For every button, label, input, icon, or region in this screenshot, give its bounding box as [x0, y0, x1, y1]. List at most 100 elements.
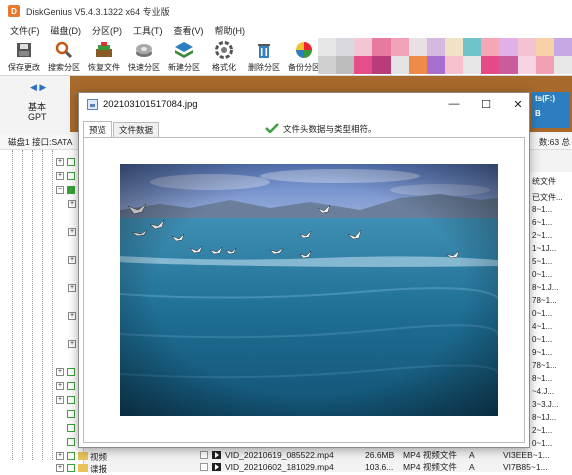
menu-help[interactable]: 帮助(H)	[215, 24, 246, 37]
tree-expand-toggle[interactable]: +	[56, 382, 64, 390]
tree-checkbox[interactable]	[67, 424, 75, 432]
disk-table-label: GPT	[28, 112, 47, 122]
maximize-button[interactable]: ☐	[477, 95, 495, 113]
tree-checkbox[interactable]	[67, 396, 75, 404]
partition-sub-right: B	[535, 109, 541, 118]
tree-guide-line	[12, 150, 13, 460]
tree-expand-toggle[interactable]: +	[68, 200, 76, 208]
backup-partition-icon	[294, 40, 314, 60]
list-item[interactable]: 8~1...	[532, 205, 552, 214]
menu-partition[interactable]: 分区(P)	[92, 24, 122, 37]
disk-nav-arrows-icon[interactable]: ◀ ▶	[30, 82, 46, 93]
diskgenius-window: D DiskGenius V5.4.3.1322 x64 专业版 文件(F) 磁…	[0, 0, 572, 475]
recover-files-button[interactable]: 恢复文件	[84, 38, 124, 74]
tree-guide-line	[22, 150, 23, 460]
dialog-title-bar[interactable]: 20210310151708​4.jpg — ☐ ✕	[79, 93, 529, 115]
tree-checkbox[interactable]	[67, 464, 75, 472]
menu-view[interactable]: 查看(V)	[174, 24, 204, 37]
backup-partition-label: 备份分区	[288, 63, 320, 72]
search-partition-button[interactable]: 搜索分区	[44, 38, 84, 74]
new-partition-icon	[174, 40, 194, 60]
quick-partition-icon	[134, 40, 154, 60]
tree-expand-toggle[interactable]: +	[68, 284, 76, 292]
menu-tools[interactable]: 工具(T)	[133, 24, 163, 37]
tree-expand-toggle[interactable]: +	[56, 452, 64, 460]
tree-checkbox[interactable]	[67, 158, 75, 166]
close-button[interactable]: ✕	[509, 95, 527, 113]
row-checkbox[interactable]	[200, 463, 208, 471]
tree-expand-toggle[interactable]: +	[56, 158, 64, 166]
tree-item-label[interactable]: 视频	[90, 451, 107, 463]
dialog-tabs: 预览 文件数据	[83, 121, 160, 137]
dialog-title: 20210310151708​4.jpg	[103, 98, 198, 110]
file-attr: A	[469, 462, 475, 472]
list-item[interactable]: 3~3.J...	[532, 400, 558, 409]
disk-info-text: 磁盘1 接口:SATA	[8, 136, 73, 147]
title-bar: D DiskGenius V5.4.3.1322 x64 专业版	[0, 0, 572, 22]
tree-checkbox[interactable]	[67, 438, 75, 446]
tree-checkbox[interactable]	[67, 410, 75, 418]
disk-selector[interactable]: ◀ ▶ 基本 GPT	[0, 76, 76, 134]
tree-checkbox[interactable]	[67, 368, 75, 376]
list-item[interactable]: 8~1...	[532, 374, 552, 383]
list-column-header[interactable]: 统文件	[532, 176, 556, 187]
list-item[interactable]: 已文件...	[532, 192, 563, 203]
tree-expand-toggle[interactable]: +	[68, 228, 76, 236]
tree-expand-toggle[interactable]: +	[56, 368, 64, 376]
table-row[interactable]: VID_20210602_181029.mp4 103.6... MP4 视频文…	[200, 461, 548, 473]
list-item[interactable]: 0~1...	[532, 439, 552, 448]
tab-preview[interactable]: 预览	[83, 121, 113, 137]
quick-partition-button[interactable]: 快速分区	[124, 38, 164, 74]
new-partition-button[interactable]: 新建分区	[164, 38, 204, 74]
save-changes-label: 保存更改	[8, 63, 40, 72]
format-button[interactable]: 格式化	[204, 38, 244, 74]
tree-collapse-toggle[interactable]: −	[56, 186, 64, 194]
tree-expand-toggle[interactable]: +	[56, 396, 64, 404]
list-item[interactable]: 0~1...	[532, 309, 552, 318]
list-item[interactable]: 8~1.J...	[532, 283, 558, 292]
menu-file[interactable]: 文件(F)	[10, 24, 40, 37]
list-item[interactable]: 8~1J...	[532, 413, 556, 422]
list-item[interactable]: 0~1...	[532, 270, 552, 279]
partition-label-right: ts(F:)	[535, 94, 555, 103]
list-item[interactable]: 2~1...	[532, 231, 552, 240]
tree-expand-toggle[interactable]: +	[56, 172, 64, 180]
tree-item-label[interactable]: 谍报	[90, 463, 107, 475]
file-name: VID_20210602_181029.mp4	[225, 462, 334, 472]
file-size: 103.6...	[365, 462, 394, 472]
folder-icon	[78, 452, 88, 460]
tree-checkbox[interactable]	[67, 382, 75, 390]
list-item[interactable]: 9~1...	[532, 348, 552, 357]
folder-icon	[78, 464, 88, 472]
tree-expand-toggle[interactable]: +	[68, 340, 76, 348]
partition-block-right[interactable]: ts(F:) B	[532, 92, 570, 128]
delete-partition-button[interactable]: 删除分区	[244, 38, 284, 74]
list-item[interactable]: 5~1...	[532, 257, 552, 266]
menu-disk[interactable]: 磁盘(D)	[51, 24, 82, 37]
list-item[interactable]: 6~1...	[532, 218, 552, 227]
list-item[interactable]: 2~1...	[532, 426, 552, 435]
list-item[interactable]: 0~1...	[532, 335, 552, 344]
list-item[interactable]: 78~1...	[532, 296, 557, 305]
tree-checkbox-partial[interactable]	[67, 186, 75, 194]
list-item[interactable]: 78~1...	[532, 361, 557, 370]
tree-checkbox[interactable]	[67, 172, 75, 180]
tree-expand-toggle[interactable]: +	[68, 312, 76, 320]
tree-checkbox[interactable]	[67, 452, 75, 460]
file-attr: A	[469, 450, 475, 460]
tree-expand-toggle[interactable]: +	[68, 256, 76, 264]
file-preview-dialog: 20210310151708​4.jpg — ☐ ✕ 预览 文件数据 文件头数据…	[78, 92, 530, 448]
save-changes-button[interactable]: 保存更改	[4, 38, 44, 74]
list-item[interactable]: 4~1...	[532, 322, 552, 331]
tab-file-data[interactable]: 文件数据	[113, 122, 160, 137]
format-icon	[214, 40, 234, 60]
tree-expand-toggle[interactable]: +	[56, 464, 64, 472]
file-short-name: VI3EEB~1...	[503, 450, 550, 460]
table-row[interactable]: VID_20210619_085522.mp4 26.6MB MP4 视频文件 …	[200, 449, 550, 461]
list-item[interactable]: ~4.J...	[532, 387, 554, 396]
list-item[interactable]: 1~1J...	[532, 244, 556, 253]
minimize-button[interactable]: —	[445, 95, 463, 113]
row-checkbox[interactable]	[200, 451, 208, 459]
video-file-icon	[212, 463, 221, 471]
format-label: 格式化	[212, 63, 236, 72]
